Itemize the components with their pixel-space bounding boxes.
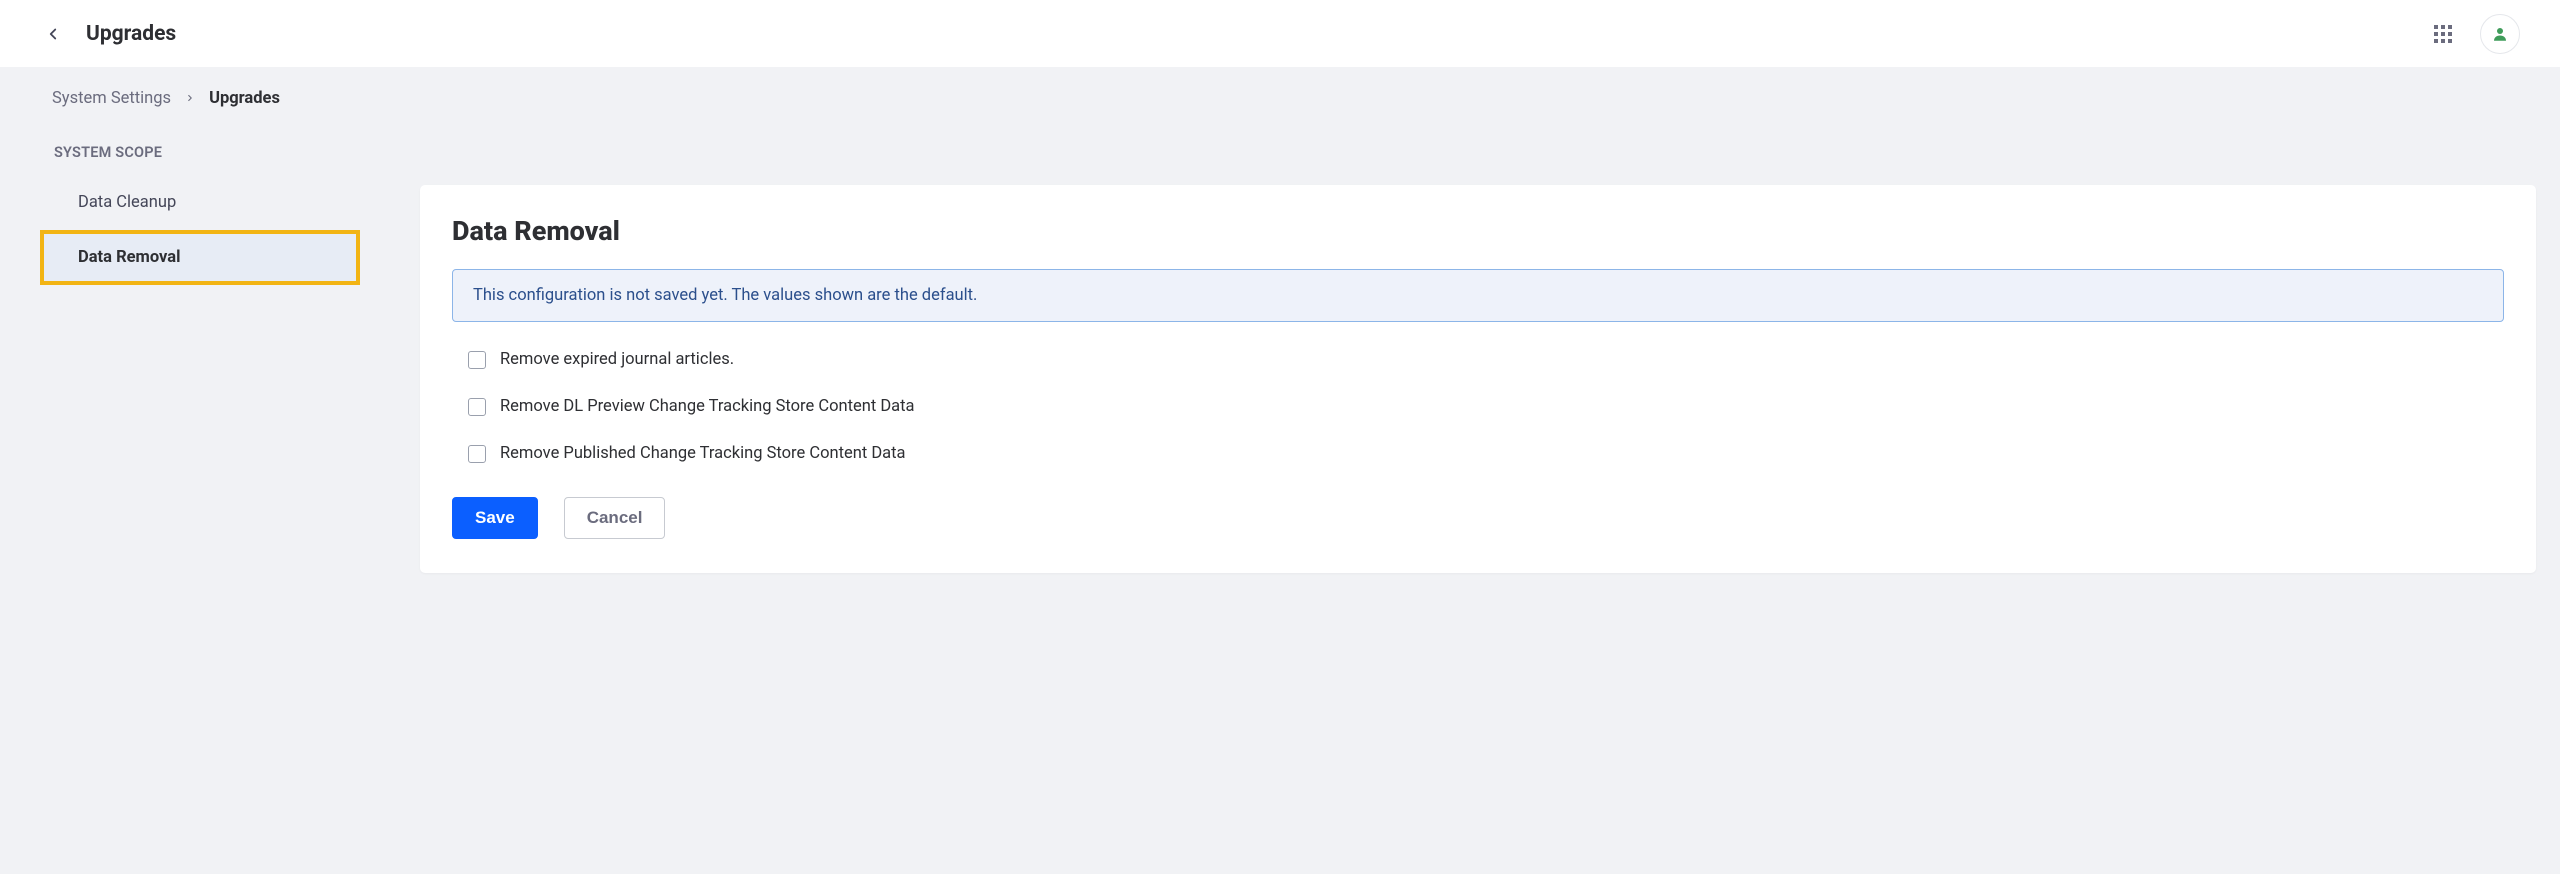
user-icon: [2491, 25, 2509, 43]
checkbox-label: Remove expired journal articles.: [500, 350, 734, 369]
breadcrumb: System Settings Upgrades: [52, 89, 280, 108]
checkbox-remove-published[interactable]: [468, 445, 486, 463]
sidebar-heading: SYSTEM SCOPE: [40, 130, 360, 175]
breadcrumb-parent-link[interactable]: System Settings: [52, 89, 171, 108]
checkbox-remove-dl-preview[interactable]: [468, 398, 486, 416]
option-row-remove-dl-preview: Remove DL Preview Change Tracking Store …: [452, 397, 2504, 416]
option-row-remove-published: Remove Published Change Tracking Store C…: [452, 444, 2504, 463]
save-button[interactable]: Save: [452, 497, 538, 539]
back-button[interactable]: [44, 25, 62, 43]
panel-title: Data Removal: [452, 215, 2504, 247]
sidebar-item-data-cleanup[interactable]: Data Cleanup: [40, 175, 360, 230]
panel-actions: Save Cancel: [452, 497, 2504, 539]
user-menu-button[interactable]: [2480, 14, 2520, 54]
checkbox-label: Remove Published Change Tracking Store C…: [500, 444, 906, 463]
checkbox-remove-expired-journal-articles[interactable]: [468, 351, 486, 369]
content-area: System Settings Upgrades SYSTEM SCOPE Da…: [0, 67, 2560, 874]
header: Upgrades: [0, 0, 2560, 67]
page-title: Upgrades: [86, 22, 176, 46]
checkbox-label: Remove DL Preview Change Tracking Store …: [500, 397, 915, 416]
info-alert: This configuration is not saved yet. The…: [452, 269, 2504, 322]
apps-grid-icon: [2434, 25, 2452, 43]
sidebar-item-data-removal[interactable]: Data Removal: [40, 230, 360, 285]
chevron-right-icon: [185, 91, 195, 107]
settings-panel: Data Removal This configuration is not s…: [420, 185, 2536, 573]
breadcrumb-current: Upgrades: [209, 89, 280, 108]
cancel-button[interactable]: Cancel: [564, 497, 666, 539]
sidebar: SYSTEM SCOPE Data Cleanup Data Removal: [40, 130, 360, 285]
apps-grid-button[interactable]: [2424, 15, 2462, 53]
option-row-remove-expired-journal-articles: Remove expired journal articles.: [452, 350, 2504, 369]
chevron-left-icon: [44, 25, 62, 43]
